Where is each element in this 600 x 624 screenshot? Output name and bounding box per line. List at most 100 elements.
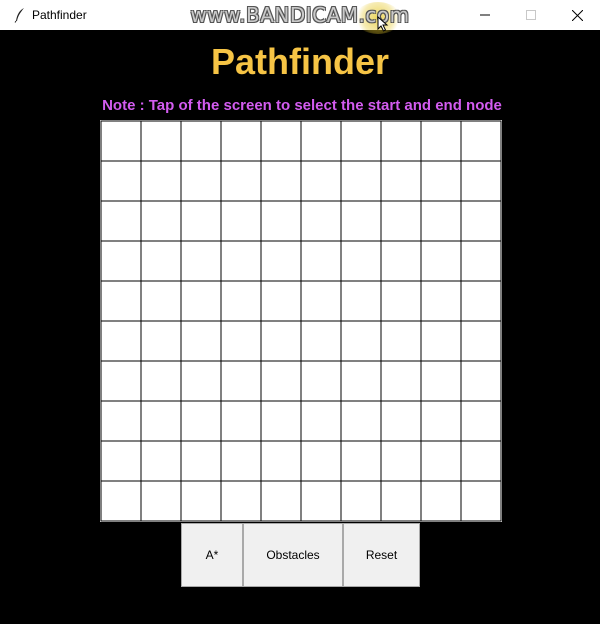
grid-cell[interactable]: [100, 320, 142, 362]
grid-cell[interactable]: [140, 120, 182, 162]
grid-cell[interactable]: [220, 440, 262, 482]
grid-cell[interactable]: [340, 360, 382, 402]
grid-cell[interactable]: [220, 120, 262, 162]
grid-cell[interactable]: [420, 360, 462, 402]
grid-cell[interactable]: [380, 360, 422, 402]
grid-cell[interactable]: [100, 440, 142, 482]
grid-cell[interactable]: [460, 120, 502, 162]
grid-cell[interactable]: [260, 480, 302, 522]
grid-cell[interactable]: [340, 240, 382, 282]
grid-cell[interactable]: [460, 400, 502, 442]
grid-cell[interactable]: [380, 200, 422, 242]
grid-cell[interactable]: [180, 120, 222, 162]
grid-cell[interactable]: [260, 200, 302, 242]
grid-cell[interactable]: [420, 160, 462, 202]
grid-cell[interactable]: [380, 400, 422, 442]
grid-cell[interactable]: [100, 280, 142, 322]
grid-cell[interactable]: [220, 400, 262, 442]
grid-cell[interactable]: [420, 280, 462, 322]
grid-cell[interactable]: [260, 400, 302, 442]
grid-cell[interactable]: [420, 480, 462, 522]
close-button[interactable]: [554, 0, 600, 30]
grid-cell[interactable]: [180, 440, 222, 482]
grid-cell[interactable]: [340, 280, 382, 322]
grid-cell[interactable]: [100, 240, 142, 282]
grid-cell[interactable]: [380, 160, 422, 202]
grid-cell[interactable]: [100, 200, 142, 242]
grid-cell[interactable]: [260, 120, 302, 162]
grid-cell[interactable]: [460, 320, 502, 362]
grid-cell[interactable]: [300, 480, 342, 522]
grid-cell[interactable]: [180, 160, 222, 202]
grid-cell[interactable]: [380, 240, 422, 282]
grid-cell[interactable]: [220, 360, 262, 402]
grid-cell[interactable]: [300, 200, 342, 242]
grid-cell[interactable]: [300, 240, 342, 282]
grid-cell[interactable]: [140, 320, 182, 362]
grid-cell[interactable]: [220, 280, 262, 322]
grid-cell[interactable]: [100, 360, 142, 402]
grid-cell[interactable]: [460, 280, 502, 322]
grid-cell[interactable]: [220, 200, 262, 242]
grid-cell[interactable]: [100, 400, 142, 442]
grid-cell[interactable]: [100, 120, 142, 162]
grid-cell[interactable]: [260, 240, 302, 282]
grid-cell[interactable]: [140, 240, 182, 282]
grid-cell[interactable]: [180, 320, 222, 362]
grid-canvas[interactable]: [100, 120, 502, 522]
grid-cell[interactable]: [300, 160, 342, 202]
grid-cell[interactable]: [460, 480, 502, 522]
grid-cell[interactable]: [340, 160, 382, 202]
grid-cell[interactable]: [340, 120, 382, 162]
grid-cell[interactable]: [460, 160, 502, 202]
grid-cell[interactable]: [420, 120, 462, 162]
grid-cell[interactable]: [180, 400, 222, 442]
grid-cell[interactable]: [180, 360, 222, 402]
grid-cell[interactable]: [340, 320, 382, 362]
grid-cell[interactable]: [340, 400, 382, 442]
grid-cell[interactable]: [460, 240, 502, 282]
grid-cell[interactable]: [180, 480, 222, 522]
grid-cell[interactable]: [260, 280, 302, 322]
reset-button[interactable]: Reset: [343, 523, 420, 587]
grid-cell[interactable]: [300, 320, 342, 362]
grid-cell[interactable]: [340, 480, 382, 522]
grid-cell[interactable]: [140, 360, 182, 402]
grid-cell[interactable]: [460, 360, 502, 402]
grid-cell[interactable]: [420, 240, 462, 282]
grid-cell[interactable]: [380, 480, 422, 522]
grid-cell[interactable]: [220, 240, 262, 282]
astar-button[interactable]: A*: [181, 523, 243, 587]
grid-cell[interactable]: [420, 440, 462, 482]
grid-cell[interactable]: [100, 480, 142, 522]
minimize-button[interactable]: [462, 0, 508, 30]
grid-cell[interactable]: [260, 360, 302, 402]
grid-cell[interactable]: [140, 280, 182, 322]
grid-cell[interactable]: [220, 160, 262, 202]
grid-cell[interactable]: [380, 320, 422, 362]
grid-cell[interactable]: [300, 400, 342, 442]
grid-cell[interactable]: [380, 280, 422, 322]
grid-cell[interactable]: [380, 440, 422, 482]
grid-cell[interactable]: [140, 480, 182, 522]
obstacles-button[interactable]: Obstacles: [243, 523, 343, 587]
maximize-button[interactable]: [508, 0, 554, 30]
grid-cell[interactable]: [180, 280, 222, 322]
grid-cell[interactable]: [380, 120, 422, 162]
grid-cell[interactable]: [180, 240, 222, 282]
grid-cell[interactable]: [260, 440, 302, 482]
grid-cell[interactable]: [300, 120, 342, 162]
grid-cell[interactable]: [100, 160, 142, 202]
grid-cell[interactable]: [340, 200, 382, 242]
grid-cell[interactable]: [180, 200, 222, 242]
grid-cell[interactable]: [300, 440, 342, 482]
grid-cell[interactable]: [260, 160, 302, 202]
grid-cell[interactable]: [260, 320, 302, 362]
grid-cell[interactable]: [220, 320, 262, 362]
grid-cell[interactable]: [420, 320, 462, 362]
grid-cell[interactable]: [420, 200, 462, 242]
grid-cell[interactable]: [460, 200, 502, 242]
grid-cell[interactable]: [140, 160, 182, 202]
grid-cell[interactable]: [220, 480, 262, 522]
grid-cell[interactable]: [460, 440, 502, 482]
